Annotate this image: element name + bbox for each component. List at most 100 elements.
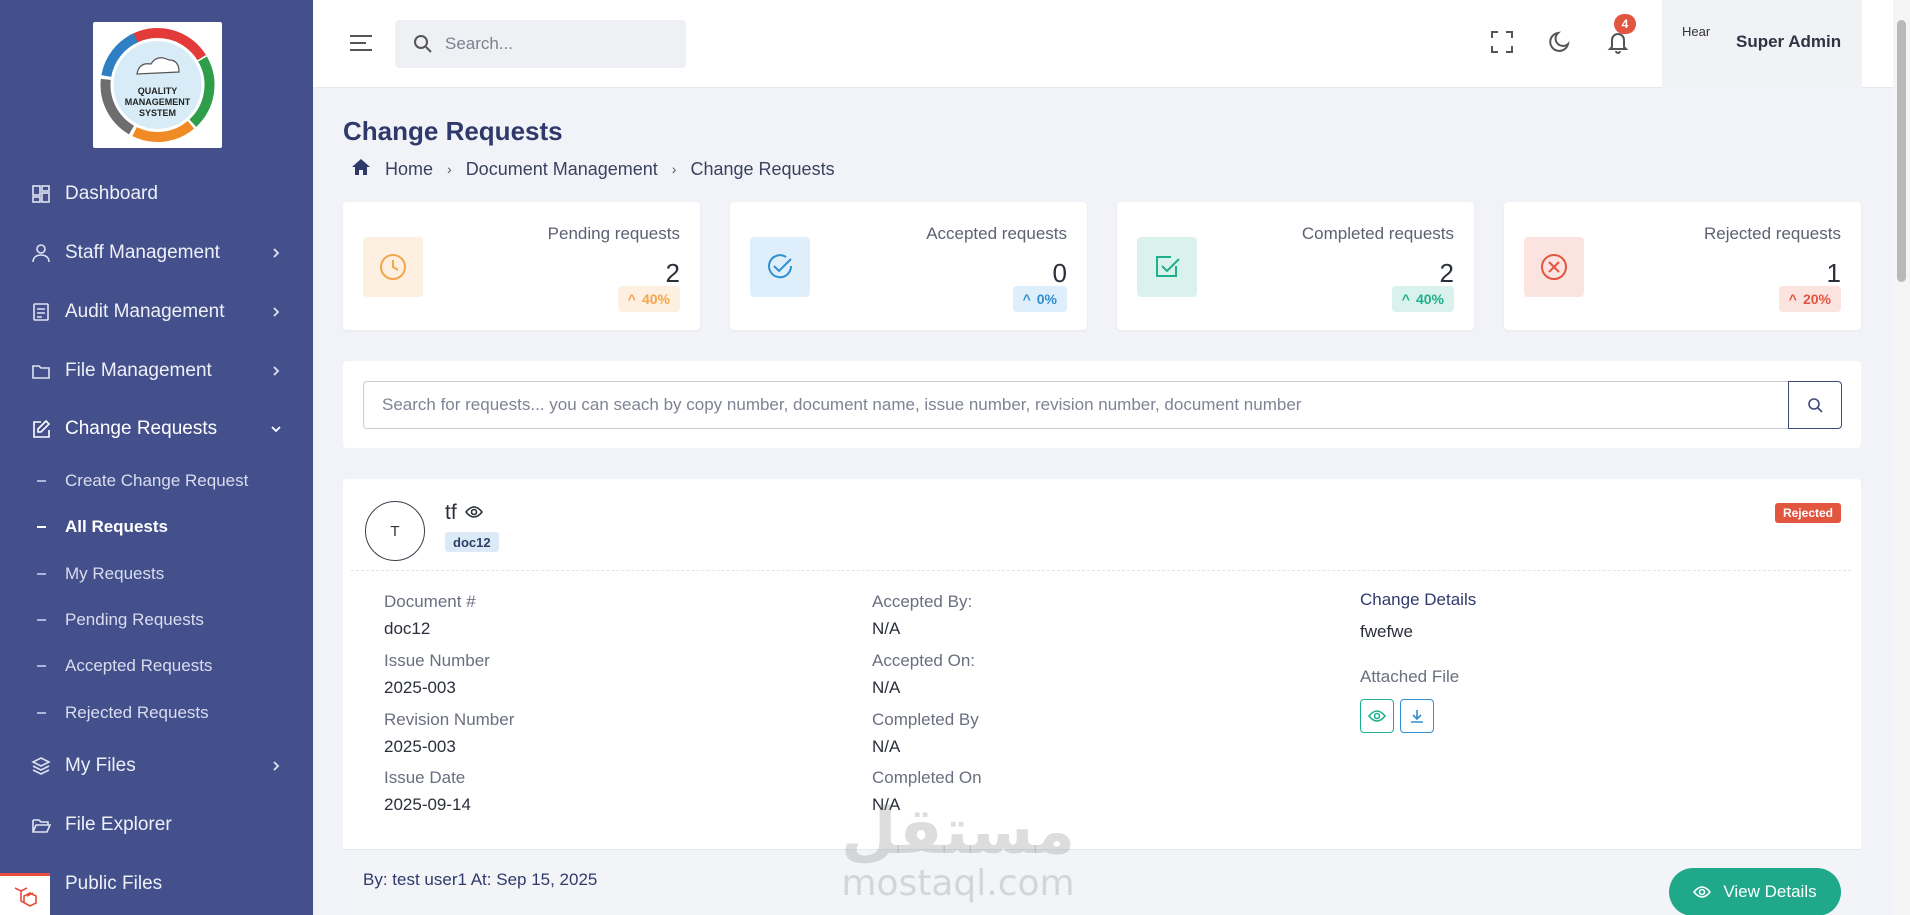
sidebar-subitem-all-requests[interactable]: All Requests bbox=[0, 507, 313, 547]
field-label: Revision Number bbox=[384, 710, 515, 729]
breadcrumb-home[interactable]: Home bbox=[385, 159, 433, 180]
field-value: 2025-003 bbox=[384, 737, 456, 756]
chevron-right-icon: › bbox=[671, 161, 677, 177]
breadcrumb-document-management[interactable]: Document Management bbox=[466, 159, 658, 180]
sidebar-item-label: My Files bbox=[65, 755, 136, 776]
status-badge: Rejected bbox=[1774, 503, 1841, 523]
sidebar-subitem-label: My Requests bbox=[65, 564, 165, 583]
download-icon bbox=[1411, 710, 1423, 723]
eye-icon[interactable] bbox=[464, 501, 483, 525]
sidebar-item-label: Staff Management bbox=[65, 242, 220, 263]
dash-icon bbox=[37, 665, 46, 667]
watermark: مستقل mostaql.com bbox=[838, 800, 1078, 904]
menu-toggle-icon[interactable] bbox=[349, 32, 373, 54]
svg-text:MANAGEMENT: MANAGEMENT bbox=[125, 97, 191, 107]
sidebar-item-dashboard[interactable]: Dashboard bbox=[0, 169, 313, 219]
request-title-text: tf bbox=[445, 501, 457, 524]
app-logo[interactable]: QUALITY MANAGEMENT SYSTEM bbox=[93, 22, 222, 148]
stat-card-completed: Completed requests 2 ^ 40% bbox=[1117, 202, 1474, 330]
dash-icon bbox=[37, 712, 46, 714]
document-tag: doc12 bbox=[445, 532, 499, 552]
avatar: Hear bbox=[1682, 24, 1711, 39]
caret-up-icon: ^ bbox=[1401, 291, 1410, 307]
stat-label: Pending requests bbox=[547, 224, 680, 243]
fullscreen-icon[interactable] bbox=[1488, 28, 1516, 56]
caret-up-icon: ^ bbox=[627, 291, 636, 307]
field-label: Issue Date bbox=[384, 768, 466, 787]
page-scrollbar[interactable] bbox=[1893, 0, 1910, 915]
stat-percent: 40% bbox=[1415, 291, 1444, 307]
chevron-right-icon bbox=[269, 305, 283, 319]
scrollbar-thumb[interactable] bbox=[1897, 20, 1906, 282]
stat-label: Accepted requests bbox=[926, 224, 1067, 243]
field-label: Issue Number bbox=[384, 651, 490, 670]
sidebar-item-file-explorer[interactable]: File Explorer bbox=[0, 800, 313, 850]
sidebar-item-file-management[interactable]: File Management bbox=[0, 346, 313, 396]
stat-label: Rejected requests bbox=[1703, 224, 1841, 243]
page-title: Change Requests bbox=[343, 116, 563, 146]
view-details-button[interactable]: View Details bbox=[1669, 868, 1841, 915]
sidebar-subitem-label: All Requests bbox=[65, 517, 168, 536]
check-circle-icon bbox=[750, 237, 810, 297]
sidebar-item-label: Audit Management bbox=[65, 301, 225, 322]
sidebar-item-audit-management[interactable]: Audit Management bbox=[0, 287, 313, 337]
sidebar-item-label: Public Files bbox=[65, 873, 163, 894]
breadcrumb-current: Change Requests bbox=[690, 158, 835, 179]
stat-value: 1 bbox=[1826, 258, 1841, 288]
sidebar-item-staff-management[interactable]: Staff Management bbox=[0, 228, 313, 278]
stat-percent: 20% bbox=[1802, 291, 1831, 307]
stat-percent: 40% bbox=[641, 291, 670, 307]
request-search-button[interactable] bbox=[1788, 381, 1842, 429]
sidebar-subitem-pending-requests[interactable]: Pending Requests bbox=[0, 600, 313, 640]
stat-card-accepted: Accepted requests 0 ^ 0% bbox=[730, 202, 1087, 330]
sidebar-subitem-accepted-requests[interactable]: Accepted Requests bbox=[0, 646, 313, 686]
field-label: Accepted By: bbox=[872, 592, 973, 611]
field-label: Document # bbox=[384, 592, 476, 611]
stat-percent-badge: ^ 40% bbox=[1391, 286, 1454, 312]
user-icon bbox=[30, 242, 52, 264]
caret-up-icon: ^ bbox=[1022, 291, 1031, 307]
search-icon bbox=[413, 34, 433, 59]
sidebar-subitem-rejected-requests[interactable]: Rejected Requests bbox=[0, 693, 313, 733]
sidebar-subitem-create-change-request[interactable]: Create Change Request bbox=[0, 461, 313, 501]
notification-count-badge: 4 bbox=[1614, 14, 1636, 34]
dashboard-icon bbox=[30, 183, 52, 205]
search-icon bbox=[1808, 398, 1823, 413]
sidebar-item-label: File Explorer bbox=[65, 814, 172, 835]
caret-up-icon: ^ bbox=[1788, 291, 1797, 307]
edit-icon bbox=[30, 418, 52, 440]
stat-percent-badge: ^ 40% bbox=[617, 286, 680, 312]
user-menu[interactable]: Hear Super Admin bbox=[1662, 0, 1862, 88]
chevron-down-icon bbox=[269, 422, 283, 436]
folder-icon bbox=[30, 360, 52, 382]
dark-mode-icon[interactable] bbox=[1546, 28, 1574, 56]
download-file-button[interactable] bbox=[1400, 699, 1434, 733]
dash-icon bbox=[37, 619, 46, 621]
request-avatar: T bbox=[365, 501, 425, 561]
view-file-button[interactable] bbox=[1360, 699, 1394, 733]
check-square-icon bbox=[1137, 237, 1197, 297]
chevron-right-icon: › bbox=[447, 161, 452, 177]
request-title[interactable]: tf bbox=[445, 501, 483, 525]
stat-card-pending: Pending requests 2 ^ 40% bbox=[343, 202, 700, 330]
sidebar-subitem-label: Accepted Requests bbox=[65, 656, 213, 675]
field-label: Completed By bbox=[872, 710, 979, 729]
stat-card-rejected: Rejected requests 1 ^ 20% bbox=[1504, 202, 1861, 330]
sidebar-subitem-label: Create Change Request bbox=[65, 471, 249, 490]
request-search-input[interactable] bbox=[363, 381, 1789, 429]
view-details-label: View Details bbox=[1723, 882, 1817, 901]
sidebar-subitem-my-requests[interactable]: My Requests bbox=[0, 554, 313, 594]
sidebar-item-label: File Management bbox=[65, 360, 212, 381]
laravel-icon[interactable] bbox=[0, 873, 50, 915]
search-input[interactable] bbox=[445, 32, 665, 56]
topbar: 4 Hear Super Admin bbox=[313, 0, 1910, 88]
field-value: 2025-003 bbox=[384, 678, 456, 697]
sidebar-item-label: Change Requests bbox=[65, 418, 218, 439]
stat-value: 2 bbox=[665, 258, 680, 288]
chevron-right-icon bbox=[269, 364, 283, 378]
sidebar-item-my-files[interactable]: My Files bbox=[0, 741, 313, 791]
stat-value: 2 bbox=[1439, 258, 1454, 288]
sidebar-item-change-requests[interactable]: Change Requests bbox=[0, 404, 313, 454]
attached-file-label: Attached File bbox=[1360, 667, 1460, 686]
dash-icon bbox=[37, 526, 46, 528]
